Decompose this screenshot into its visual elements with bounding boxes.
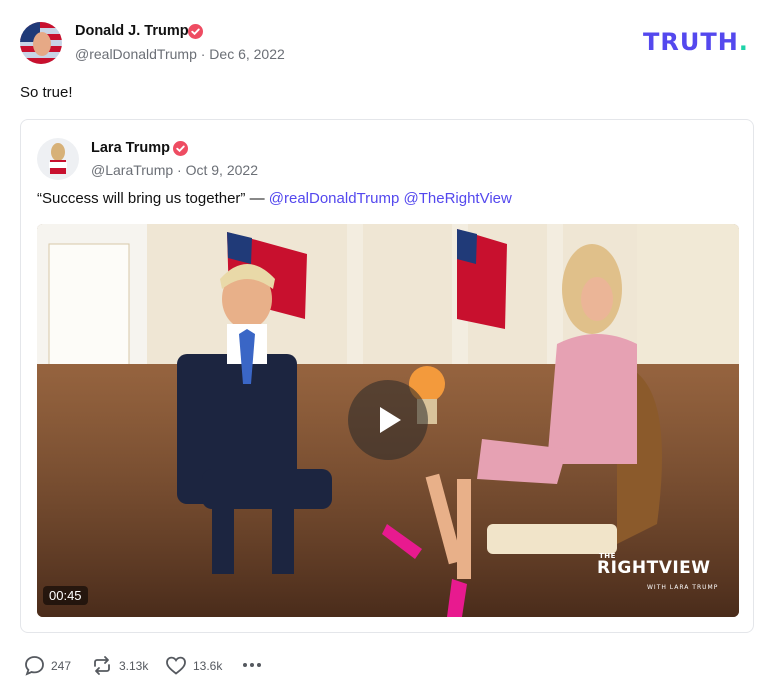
heart-icon bbox=[166, 656, 186, 675]
video-overlay-logo: THE RIGHTVIEW WITH LARA TRUMP bbox=[597, 552, 719, 591]
retruth-icon bbox=[94, 656, 110, 675]
author-name[interactable]: Donald J. Trump bbox=[75, 23, 189, 39]
like-count: 13.6k bbox=[193, 658, 223, 673]
quoted-post-card[interactable]: Lara Trump @LaraTrump · Oct 9, 2022 “Suc… bbox=[20, 119, 754, 633]
reply-count: 247 bbox=[51, 658, 72, 673]
video-player[interactable]: 00:45 THE RIGHTVIEW WITH LARA TRUMP bbox=[37, 224, 739, 617]
quoted-author-handle-date[interactable]: @LaraTrump · Oct 9, 2022 bbox=[91, 162, 258, 178]
retruth-button[interactable]: 3.13k bbox=[91, 655, 148, 676]
reply-button[interactable]: 247 bbox=[24, 655, 71, 676]
mention-link[interactable]: @TheRightView bbox=[404, 190, 512, 207]
post-text: So true! bbox=[20, 84, 73, 101]
retruth-count: 3.13k bbox=[119, 658, 149, 673]
author-handle-date[interactable]: @realDonaldTrump · Dec 6, 2022 bbox=[75, 46, 285, 62]
truth-logo[interactable]: TRUTH. bbox=[643, 28, 749, 56]
quoted-author-avatar[interactable] bbox=[37, 138, 79, 180]
like-button[interactable]: 13.6k bbox=[165, 655, 222, 676]
play-icon bbox=[380, 407, 401, 433]
verified-badge-icon bbox=[188, 24, 203, 39]
quoted-author-name[interactable]: Lara Trump bbox=[91, 140, 170, 156]
quoted-post-text: “Success will bring us together” — @real… bbox=[37, 190, 512, 207]
reply-icon bbox=[25, 656, 44, 676]
play-button[interactable] bbox=[348, 380, 428, 460]
more-dots-icon bbox=[243, 663, 261, 667]
video-duration: 00:45 bbox=[43, 586, 88, 605]
author-avatar[interactable] bbox=[20, 22, 62, 64]
mention-link[interactable]: @realDonaldTrump bbox=[269, 190, 400, 207]
verified-badge-icon bbox=[173, 141, 188, 156]
more-options-button[interactable] bbox=[242, 657, 262, 673]
